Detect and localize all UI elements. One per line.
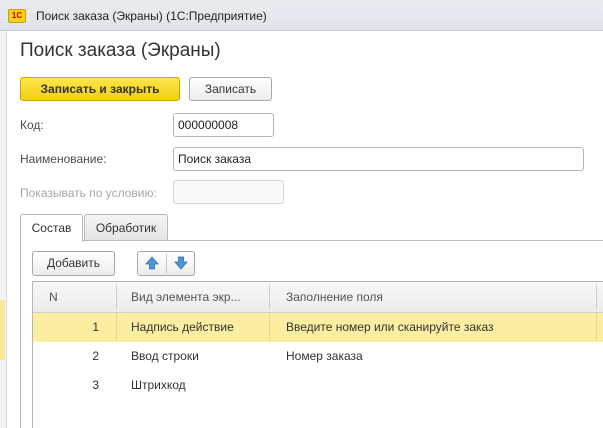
cell-divider: [596, 313, 597, 342]
column-divider: [596, 285, 597, 309]
add-button[interactable]: Добавить: [32, 251, 115, 276]
move-up-button[interactable]: [138, 252, 166, 275]
background-window-accent: [0, 300, 5, 360]
save-button[interactable]: Записать: [189, 77, 272, 101]
arrow-down-icon: [174, 256, 188, 270]
composition-table[interactable]: N Вид элемента экр... Заполнение поля 1 …: [32, 281, 603, 428]
row-number: 2: [92, 349, 99, 363]
move-down-button[interactable]: [167, 252, 195, 275]
move-buttons-group: [137, 251, 195, 276]
cell-divider: [116, 313, 117, 342]
name-label: Наименование:: [20, 152, 107, 166]
row-field-fill: Номер заказа: [286, 349, 363, 363]
code-label: Код:: [20, 118, 44, 132]
row-number: 3: [92, 378, 99, 392]
name-field[interactable]: Поиск заказа: [173, 147, 584, 171]
row-field-fill: Введите номер или сканируйте заказ: [286, 320, 494, 334]
background-window-edge: [0, 31, 7, 428]
condition-field[interactable]: [173, 180, 284, 204]
table-row[interactable]: 1 Надпись действие Введите номер или ска…: [33, 313, 603, 342]
row-element-kind: Ввод строки: [131, 349, 199, 363]
condition-label: Показывать по условию:: [20, 186, 157, 200]
save-and-close-button[interactable]: Записать и закрыть: [20, 77, 180, 101]
column-divider: [116, 285, 117, 309]
column-header-field-fill[interactable]: Заполнение поля: [286, 282, 383, 312]
table-row[interactable]: 3 Штрихкод: [33, 371, 603, 400]
window-title: Поиск заказа (Экраны) (1С:Предприятие): [36, 9, 267, 23]
row-number: 1: [92, 320, 99, 334]
arrow-up-icon: [145, 256, 159, 270]
row-element-kind: Штрихкод: [131, 378, 186, 392]
code-field[interactable]: 000000008: [173, 113, 274, 137]
table-header: N Вид элемента экр... Заполнение поля: [33, 282, 603, 313]
tab-handler[interactable]: Обработик: [84, 214, 168, 241]
column-divider: [269, 285, 270, 309]
column-header-n[interactable]: N: [49, 282, 58, 312]
column-header-element-kind[interactable]: Вид элемента экр...: [131, 282, 241, 312]
cell-divider: [269, 313, 270, 342]
table-row[interactable]: 2 Ввод строки Номер заказа: [33, 342, 603, 371]
window-title-bar: 1С Поиск заказа (Экраны) (1С:Предприятие…: [0, 0, 603, 31]
tab-composition[interactable]: Состав: [20, 214, 83, 242]
app-logo-icon: 1С: [8, 9, 26, 23]
row-element-kind: Надпись действие: [131, 320, 234, 334]
form-title: Поиск заказа (Экраны): [20, 40, 221, 61]
